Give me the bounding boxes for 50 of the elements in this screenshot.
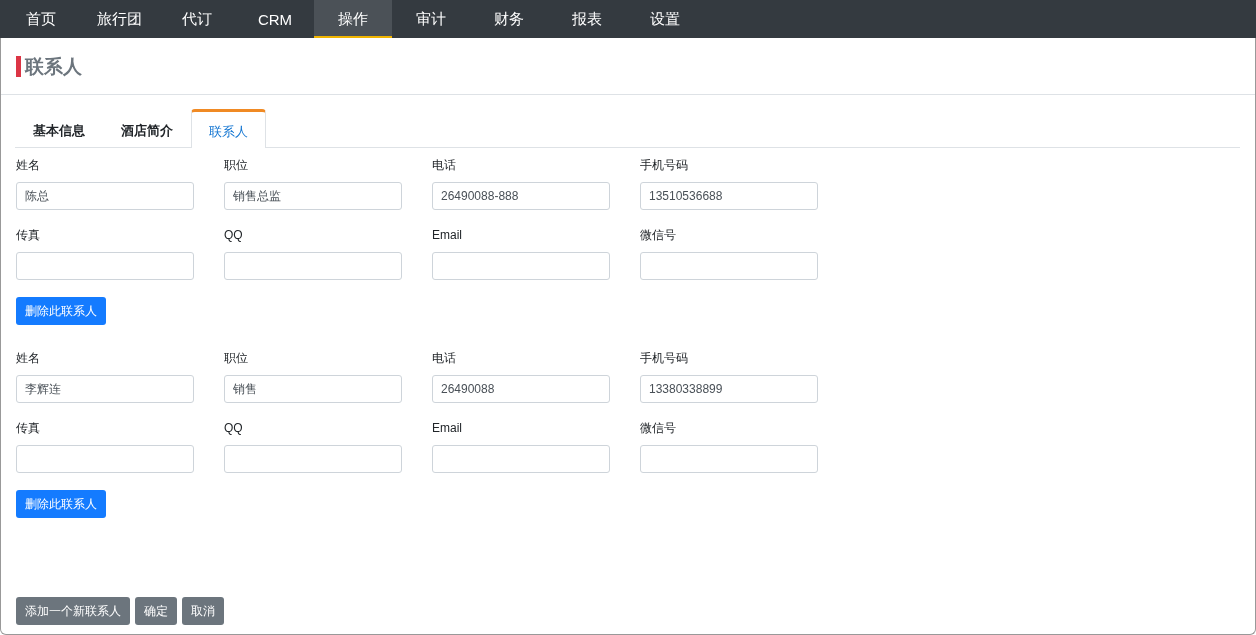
- nav-tab[interactable]: 报表: [548, 0, 626, 38]
- input-field[interactable]: [432, 445, 610, 473]
- field-label: 手机号码: [640, 157, 689, 174]
- field-label: 职位: [224, 157, 249, 174]
- tab[interactable]: 基本信息: [15, 109, 103, 148]
- input-field[interactable]: [640, 252, 818, 280]
- field-label: QQ: [224, 420, 244, 437]
- input-field[interactable]: [16, 252, 194, 280]
- field-label: 电话: [432, 350, 457, 367]
- field-label: Email: [432, 420, 463, 437]
- field-label: QQ: [224, 227, 244, 244]
- input-field[interactable]: [224, 252, 402, 280]
- delete-contact-button[interactable]: 删除此联系人: [16, 297, 106, 325]
- input-field[interactable]: [16, 445, 194, 473]
- nav-tab[interactable]: CRM: [236, 0, 314, 38]
- input-field[interactable]: [224, 445, 402, 473]
- confirm-button[interactable]: 确定: [135, 597, 177, 625]
- nav-tab[interactable]: 审计: [392, 0, 470, 38]
- field-label: 姓名: [16, 157, 41, 174]
- input-field[interactable]: 26490088: [432, 375, 610, 403]
- field-label: 电话: [432, 157, 457, 174]
- nav-tab[interactable]: 代订: [158, 0, 236, 38]
- field-label: 微信号: [640, 227, 677, 244]
- cancel-button[interactable]: 取消: [182, 597, 224, 625]
- nav-tab[interactable]: 旅行团: [80, 0, 158, 38]
- delete-contact-button[interactable]: 删除此联系人: [16, 490, 106, 518]
- tab[interactable]: 酒店简介: [103, 109, 191, 148]
- nav-tab[interactable]: 首页: [2, 0, 80, 38]
- tab[interactable]: 联系人: [191, 109, 266, 148]
- field-label: 传真: [16, 420, 41, 437]
- input-field[interactable]: 13380338899: [640, 375, 818, 403]
- input-field[interactable]: 陈总: [16, 182, 194, 210]
- add-contact-button[interactable]: 添加一个新联系人: [16, 597, 130, 625]
- input-field[interactable]: 销售: [224, 375, 402, 403]
- field-label: 手机号码: [640, 350, 689, 367]
- field-label: 姓名: [16, 350, 41, 367]
- field-label: Email: [432, 227, 463, 244]
- input-field[interactable]: 李辉连: [16, 375, 194, 403]
- nav-tab[interactable]: 设置: [626, 0, 704, 38]
- field-label: 职位: [224, 350, 249, 367]
- input-field[interactable]: 26490088-888: [432, 182, 610, 210]
- page-title: 联系人: [16, 55, 82, 77]
- field-label: 传真: [16, 227, 41, 244]
- input-field[interactable]: [432, 252, 610, 280]
- field-label: 微信号: [640, 420, 677, 437]
- input-field[interactable]: [640, 445, 818, 473]
- input-field[interactable]: 销售总监: [224, 182, 402, 210]
- nav-tab[interactable]: 操作: [314, 0, 392, 38]
- input-field[interactable]: 13510536688: [640, 182, 818, 210]
- nav-tab[interactable]: 财务: [470, 0, 548, 38]
